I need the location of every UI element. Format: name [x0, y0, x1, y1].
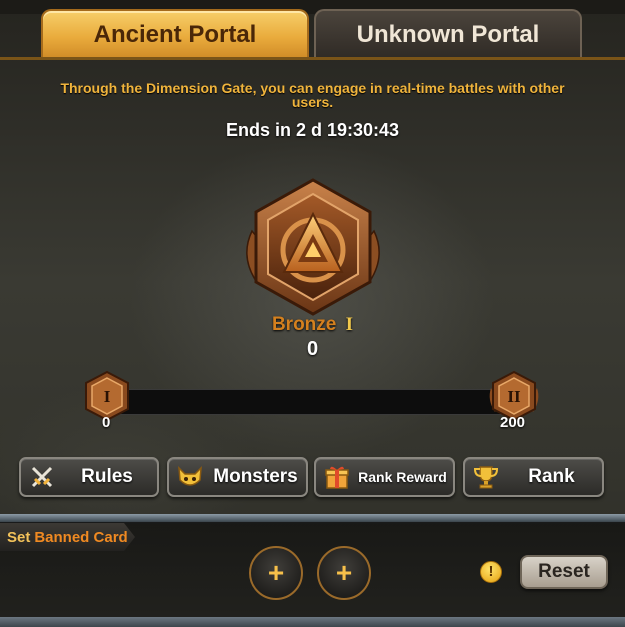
crossed-swords-icon [31, 466, 53, 488]
reset-button[interactable]: Reset [520, 555, 608, 589]
rules-button-label: Rules [81, 466, 133, 487]
banned-label-highlight: Banned Card [34, 528, 128, 546]
rank-tier-name: Bronze [271, 314, 337, 335]
tab-unknown-portal[interactable]: Unknown Portal [314, 9, 582, 59]
monster-face-icon [178, 466, 202, 486]
rules-button[interactable]: Rules [19, 457, 159, 497]
rank-tier: Bronze I [0, 314, 625, 336]
progress-max-label: 200 [500, 414, 526, 431]
rank-tier-level: I [345, 314, 354, 335]
rank-reward-button-label: Rank Reward [358, 469, 447, 485]
add-icon: + [267, 557, 285, 588]
tier-one-badge-label: I [104, 387, 111, 406]
tab-ancient-portal[interactable]: Ancient Portal [41, 9, 309, 59]
monsters-button[interactable]: Monsters [167, 457, 308, 497]
rank-reward-button[interactable]: Rank Reward [314, 457, 455, 497]
rank-points: 0 [306, 338, 319, 360]
rank-button[interactable]: Rank [463, 457, 604, 497]
tab-bar-divider [0, 57, 625, 60]
info-icon[interactable]: ! [480, 561, 502, 583]
rank-button-label: Rank [528, 466, 575, 487]
progress-min-label: 0 [102, 414, 111, 431]
portal-description: Through the Dimension Gate, you can enga… [60, 80, 565, 110]
bronze-rank-emblem-icon [246, 178, 380, 316]
rank-progress-bar [118, 389, 513, 415]
gift-box-icon [325, 466, 349, 489]
monsters-button-label: Monsters [213, 466, 298, 487]
tier-two-badge-label: II [507, 387, 521, 406]
add-icon: + [335, 557, 353, 588]
set-banned-card-label: Set Banned Card [0, 523, 135, 551]
banned-label-prefix: Set [7, 528, 31, 546]
season-timer: Ends in 2 d 19:30:43 [225, 120, 400, 140]
trophy-icon [473, 466, 499, 489]
banned-card-slot-1[interactable]: + [249, 546, 303, 600]
banned-card-slot-2[interactable]: + [317, 546, 371, 600]
bottom-edge [0, 617, 625, 627]
